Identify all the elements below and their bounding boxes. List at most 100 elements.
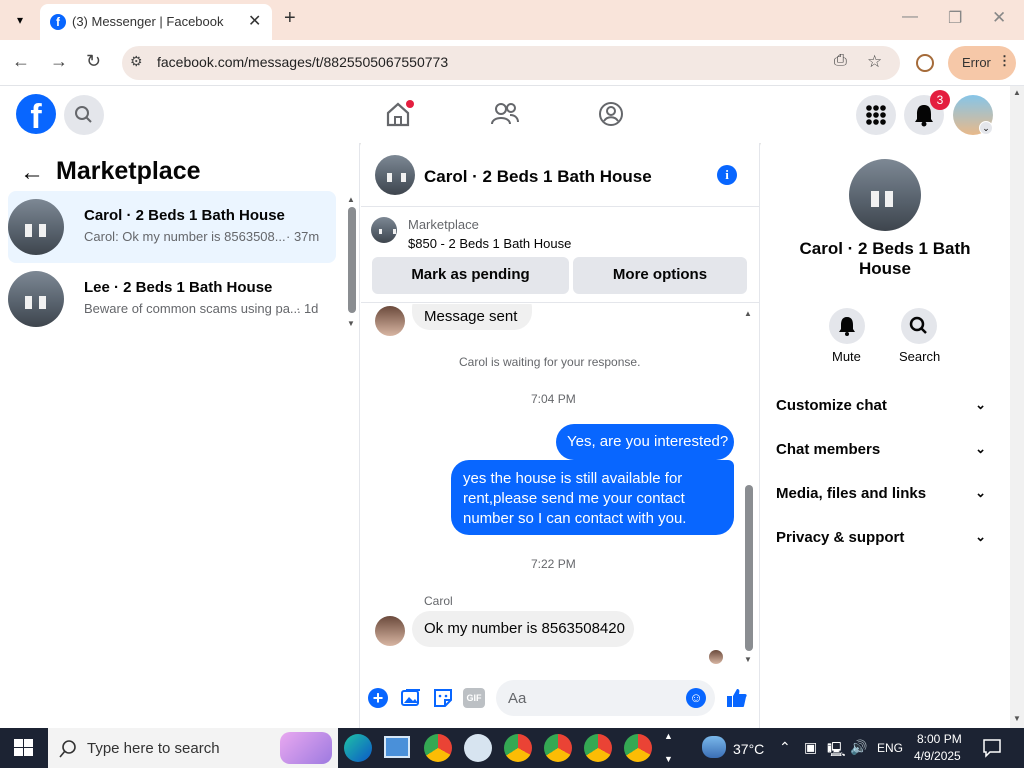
browser-tab[interactable]: f (3) Messenger | Facebook ✕ (40, 4, 272, 40)
sender-name: Carol (424, 594, 453, 608)
edge-icon[interactable] (344, 734, 372, 762)
chat-avatar[interactable] (375, 155, 415, 195)
chat-title[interactable]: Carol · 2 Beds 1 Bath House (424, 167, 652, 187)
chevron-down-icon: ⌄ (975, 485, 986, 500)
close-window-icon[interactable]: ✕ (992, 8, 1006, 28)
section-label: Media, files and links (776, 485, 927, 502)
outgoing-bubble[interactable]: Yes, are you interested? (556, 424, 734, 460)
customize-chat-section[interactable]: Customize chat ⌄ (776, 397, 996, 414)
weather-icon[interactable] (702, 736, 726, 758)
emoji-icon[interactable]: ☺ (686, 688, 706, 708)
chat-info-panel: Carol · 2 Beds 1 Bath House Mute Search (761, 143, 1010, 728)
chrome-icon[interactable] (424, 734, 452, 762)
listing-thumbnail (8, 199, 64, 255)
paint-icon[interactable] (464, 734, 492, 762)
error-button[interactable]: Error ⋮ (948, 46, 1016, 80)
page-scrollbar[interactable]: ▲ ▼ (1010, 86, 1024, 728)
reload-icon[interactable]: ↻ (86, 51, 101, 72)
scroll-thumb[interactable] (745, 485, 753, 651)
new-tab-icon[interactable]: + (284, 7, 296, 30)
volume-icon[interactable]: 🔊 (850, 739, 867, 756)
scroll-up-arrow-icon[interactable]: ▲ (1013, 88, 1021, 97)
forward-icon[interactable]: → (50, 51, 68, 72)
timestamp: 7:04 PM (531, 392, 576, 406)
address-bar[interactable]: ⚙ facebook.com/messages/t/88255050675507… (122, 46, 900, 80)
conversation-name: Carol · 2 Beds 1 Bath House (84, 207, 285, 224)
back-arrow-icon[interactable]: ← (20, 159, 44, 187)
listing-banner: Marketplace $850 - 2 Beds 1 Bath House M… (361, 207, 759, 303)
conversation-name: Lee · 2 Beds 1 Bath House (84, 279, 273, 296)
plus-icon[interactable]: + (368, 688, 388, 708)
scroll-up-arrow-icon[interactable]: ▲ (347, 195, 355, 204)
message-thread[interactable]: Message sent Carol is waiting for your r… (361, 304, 759, 668)
windows-start-icon[interactable] (14, 739, 34, 757)
conversation-scrollbar[interactable]: ▲ ▼ (346, 195, 358, 329)
privacy-support-section[interactable]: Privacy & support ⌄ (776, 529, 996, 546)
scroll-thumb[interactable] (348, 207, 356, 313)
facebook-header: f 3 ⌄ (0, 86, 1010, 143)
section-label: Chat members (776, 441, 881, 458)
message-bubble: Message sent (412, 304, 532, 330)
profile-nav-button[interactable] (598, 101, 624, 127)
chrome-profile-icon[interactable] (584, 734, 612, 762)
gif-icon[interactable]: GIF (463, 688, 485, 708)
conversation-item[interactable]: Carol · 2 Beds 1 Bath House Carol: Ok my… (8, 191, 336, 263)
waiting-notice: Carol is waiting for your response. (459, 355, 641, 369)
chat-info-avatar (849, 159, 921, 231)
search-button[interactable] (64, 95, 104, 135)
thumbs-up-icon[interactable] (725, 686, 749, 710)
taskbar-search-box[interactable]: Type here to search (48, 728, 338, 768)
scroll-down-arrow-icon[interactable]: ▼ (347, 319, 355, 328)
chrome-profile-icon[interactable] (624, 734, 652, 762)
network-icon[interactable]: 🖳 (827, 739, 846, 763)
hidden-icons-chevron-icon[interactable]: ⌃ (779, 739, 791, 756)
chevron-down-icon: ⌄ (979, 121, 993, 135)
chat-members-section[interactable]: Chat members ⌄ (776, 441, 996, 458)
weather-temp[interactable]: 37°C (733, 741, 764, 757)
minimize-icon[interactable]: — (902, 8, 918, 26)
mute-button[interactable] (829, 308, 865, 344)
more-options-button[interactable]: More options (573, 257, 747, 294)
incoming-bubble[interactable]: Ok my number is 8563508420 (412, 611, 634, 647)
scroll-down-arrow-icon[interactable]: ▼ (744, 655, 752, 664)
account-avatar[interactable]: ⌄ (953, 95, 993, 135)
meet-now-icon[interactable]: ▣ (804, 739, 817, 756)
media-files-section[interactable]: Media, files and links ⌄ (776, 485, 996, 502)
thread-scrollbar[interactable]: ▲ ▼ (743, 309, 755, 665)
notification-center-icon[interactable] (982, 738, 1002, 758)
friends-nav-button[interactable] (490, 100, 520, 128)
conversation-item[interactable]: Lee · 2 Beds 1 Bath House Beware of comm… (8, 263, 336, 335)
facebook-logo-icon[interactable]: f (16, 94, 56, 134)
sticker-icon[interactable] (432, 687, 454, 709)
scroll-up-arrow-icon[interactable]: ▲ (744, 309, 752, 318)
taskbar-scroll-down-icon[interactable]: ▼ (664, 754, 673, 764)
search-in-chat-button[interactable] (901, 308, 937, 344)
home-nav-button[interactable] (384, 100, 414, 128)
mark-pending-button[interactable]: Mark as pending (372, 257, 569, 294)
chrome-profile-icon[interactable] (504, 734, 532, 762)
outgoing-bubble[interactable]: yes the house is still available for ren… (451, 460, 734, 535)
clock-time[interactable]: 8:00 PM (917, 732, 962, 746)
profile-icon[interactable] (916, 54, 934, 72)
site-info-icon[interactable]: ⚙ (130, 53, 143, 70)
taskbar-scroll-up-icon[interactable]: ▲ (664, 731, 673, 741)
chrome-profile-icon[interactable] (544, 734, 572, 762)
file-explorer-icon[interactable] (384, 736, 410, 758)
language-indicator[interactable]: ENG (877, 741, 903, 755)
tab-search-button[interactable]: ▾ (8, 8, 32, 32)
message-input[interactable]: Aa ☺ (496, 680, 715, 716)
menu-button[interactable] (856, 95, 896, 135)
install-app-icon[interactable]: ⎙ (834, 52, 847, 70)
clock-date[interactable]: 4/9/2025 (914, 749, 961, 763)
scroll-down-arrow-icon[interactable]: ▼ (1013, 714, 1021, 723)
photo-icon[interactable] (400, 687, 422, 709)
message-text: Message sent (424, 308, 518, 325)
listing-thumbnail (371, 217, 397, 243)
info-icon[interactable]: i (717, 165, 737, 185)
bookmark-star-icon[interactable]: ☆ (867, 52, 882, 72)
restore-icon[interactable]: ❐ (948, 8, 962, 28)
back-icon[interactable]: ← (12, 51, 30, 72)
listing-price[interactable]: $850 - 2 Beds 1 Bath House (408, 236, 571, 251)
tab-close-icon[interactable]: ✕ (248, 11, 261, 31)
notifications-button[interactable]: 3 (904, 90, 950, 135)
